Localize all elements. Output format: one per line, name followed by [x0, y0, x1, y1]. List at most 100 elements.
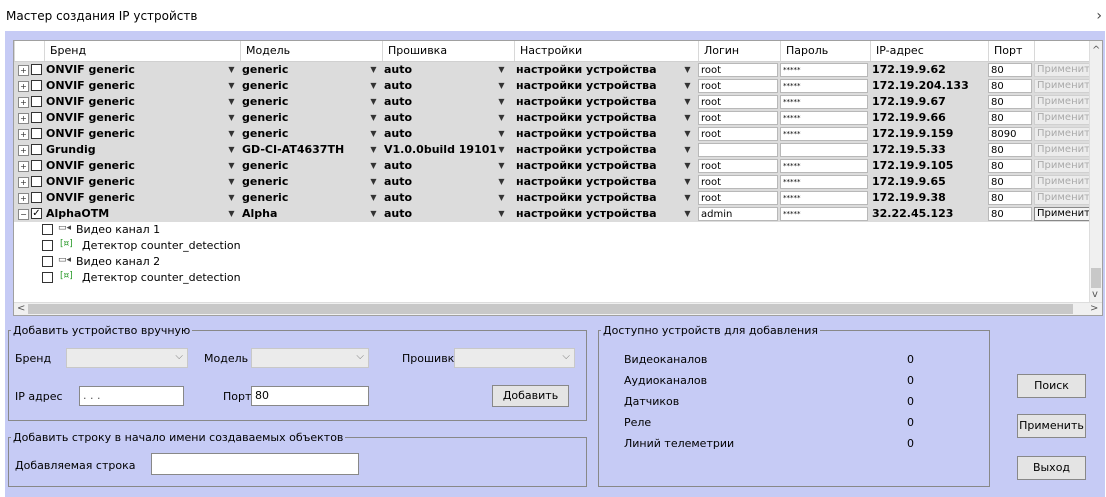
table-row[interactable]: + ONVIF generic ▼ generic ▼ auto ▼ настройки ус…	[14, 62, 1090, 79]
dropdown-arrow-icon[interactable]: ▼	[368, 80, 379, 92]
login-input[interactable]: root	[698, 63, 778, 77]
dropdown-arrow-icon[interactable]: ▼	[682, 112, 693, 124]
header-brand[interactable]: Бренд	[44, 41, 240, 61]
port-input[interactable]: 80	[988, 175, 1032, 189]
subitem-checkbox[interactable]	[42, 224, 53, 235]
firmware-select[interactable]: ⌵	[454, 348, 575, 368]
list-item[interactable]: ▭◂ Видео канал 2	[14, 254, 1090, 270]
search-button[interactable]: Поиск	[1017, 374, 1086, 398]
password-input[interactable]: *****	[780, 207, 868, 221]
list-item[interactable]: [¤] Детектор counter_detection	[14, 270, 1090, 286]
header-ip[interactable]: IP-адрес	[870, 41, 988, 61]
login-input[interactable]	[698, 143, 778, 157]
scroll-right-icon[interactable]: >	[1090, 303, 1098, 314]
row-checkbox[interactable]: ✓	[31, 208, 42, 219]
vertical-scrollbar[interactable]: ^ v	[1089, 41, 1102, 303]
port-field[interactable]: 80	[251, 386, 369, 406]
row-apply-button[interactable]: Применить	[1034, 127, 1090, 141]
password-input[interactable]: *****	[780, 175, 868, 189]
row-apply-button[interactable]: Применить	[1034, 207, 1090, 221]
dropdown-arrow-icon[interactable]: ▼	[682, 144, 693, 156]
table-row[interactable]: + Grundig ▼ GD-CI-AT4637TH ▼ V1.0.0build 1910…	[14, 142, 1090, 159]
dropdown-arrow-icon[interactable]: ▼	[496, 96, 507, 108]
password-input[interactable]	[780, 143, 868, 157]
header-firmware[interactable]: Прошивка	[382, 41, 514, 61]
dropdown-arrow-icon[interactable]: ▼	[368, 112, 379, 124]
horizontal-scrollbar[interactable]: < >	[14, 302, 1102, 315]
row-checkbox[interactable]	[31, 144, 42, 155]
dropdown-arrow-icon[interactable]: ▼	[496, 112, 507, 124]
header-password[interactable]: Пароль	[780, 41, 870, 61]
ip-field[interactable]: . . .	[79, 386, 184, 406]
dropdown-arrow-icon[interactable]: ▼	[226, 112, 237, 124]
password-input[interactable]: *****	[780, 95, 868, 109]
port-input[interactable]: 80	[988, 111, 1032, 125]
dropdown-arrow-icon[interactable]: ▼	[496, 144, 507, 156]
table-row[interactable]: + ONVIF generic ▼ generic ▼ auto ▼ настройки ус…	[14, 158, 1090, 175]
port-input[interactable]: 80	[988, 159, 1032, 173]
dropdown-arrow-icon[interactable]: ▼	[682, 208, 693, 220]
port-input[interactable]: 80	[988, 79, 1032, 93]
password-input[interactable]: *****	[780, 127, 868, 141]
dropdown-arrow-icon[interactable]: ▼	[496, 208, 507, 220]
dropdown-arrow-icon[interactable]: ▼	[496, 128, 507, 140]
table-row[interactable]: + ONVIF generic ▼ generic ▼ auto ▼ настройки ус…	[14, 110, 1090, 127]
dropdown-arrow-icon[interactable]: ▼	[682, 160, 693, 172]
add-button[interactable]: Добавить	[492, 385, 569, 407]
dropdown-arrow-icon[interactable]: ▼	[368, 192, 379, 204]
dropdown-arrow-icon[interactable]: ▼	[226, 192, 237, 204]
row-checkbox[interactable]	[31, 80, 42, 91]
brand-select[interactable]: ⌵	[66, 348, 188, 368]
login-input[interactable]: root	[698, 127, 778, 141]
row-checkbox[interactable]	[31, 176, 42, 187]
password-input[interactable]: *****	[780, 79, 868, 93]
dropdown-arrow-icon[interactable]: ▼	[496, 80, 507, 92]
row-checkbox[interactable]	[31, 128, 42, 139]
dropdown-arrow-icon[interactable]: ▼	[682, 128, 693, 140]
model-select[interactable]: ⌵	[251, 348, 369, 368]
login-input[interactable]: root	[698, 111, 778, 125]
expand-toggle[interactable]: +	[18, 145, 29, 156]
login-input[interactable]: root	[698, 159, 778, 173]
row-checkbox[interactable]	[31, 64, 42, 75]
expand-toggle[interactable]: +	[18, 161, 29, 172]
subitem-checkbox[interactable]	[42, 240, 53, 251]
header-login[interactable]: Логин	[698, 41, 780, 61]
dropdown-arrow-icon[interactable]: ▼	[496, 64, 507, 76]
row-apply-button[interactable]: Применить	[1034, 191, 1090, 205]
row-apply-button[interactable]: Применить	[1034, 159, 1090, 173]
password-input[interactable]: *****	[780, 63, 868, 77]
dropdown-arrow-icon[interactable]: ▼	[368, 128, 379, 140]
dropdown-arrow-icon[interactable]: ▼	[368, 64, 379, 76]
port-input[interactable]: 80	[988, 207, 1032, 221]
expand-toggle[interactable]: +	[18, 81, 29, 92]
apply-all-button[interactable]: Применить	[1017, 414, 1086, 438]
expand-toggle[interactable]: +	[18, 65, 29, 76]
header-model[interactable]: Модель	[240, 41, 382, 61]
header-settings[interactable]: Настройки	[514, 41, 698, 61]
login-input[interactable]: root	[698, 175, 778, 189]
port-input[interactable]: 80	[988, 143, 1032, 157]
expand-toggle[interactable]: +	[18, 177, 29, 188]
chevron-right-icon[interactable]: ›	[1096, 8, 1102, 24]
subitem-checkbox[interactable]	[42, 256, 53, 267]
login-input[interactable]: root	[698, 95, 778, 109]
login-input[interactable]: root	[698, 191, 778, 205]
port-input[interactable]: 8090	[988, 127, 1032, 141]
port-input[interactable]: 80	[988, 63, 1032, 77]
horizontal-scroll-thumb[interactable]	[28, 304, 1073, 314]
expand-toggle[interactable]: +	[18, 129, 29, 140]
table-row[interactable]: + ONVIF generic ▼ generic ▼ auto ▼ настройки ус…	[14, 126, 1090, 143]
table-row[interactable]: + ONVIF generic ▼ generic ▼ auto ▼ настройки ус…	[14, 78, 1090, 95]
dropdown-arrow-icon[interactable]: ▼	[682, 192, 693, 204]
dropdown-arrow-icon[interactable]: ▼	[496, 192, 507, 204]
dropdown-arrow-icon[interactable]: ▼	[226, 144, 237, 156]
scroll-up-icon[interactable]: ^	[1092, 45, 1100, 56]
dropdown-arrow-icon[interactable]: ▼	[368, 160, 379, 172]
dropdown-arrow-icon[interactable]: ▼	[682, 80, 693, 92]
prefix-input[interactable]	[151, 453, 359, 475]
row-apply-button[interactable]: Применить	[1034, 79, 1090, 93]
dropdown-arrow-icon[interactable]: ▼	[682, 96, 693, 108]
dropdown-arrow-icon[interactable]: ▼	[682, 64, 693, 76]
dropdown-arrow-icon[interactable]: ▼	[226, 80, 237, 92]
